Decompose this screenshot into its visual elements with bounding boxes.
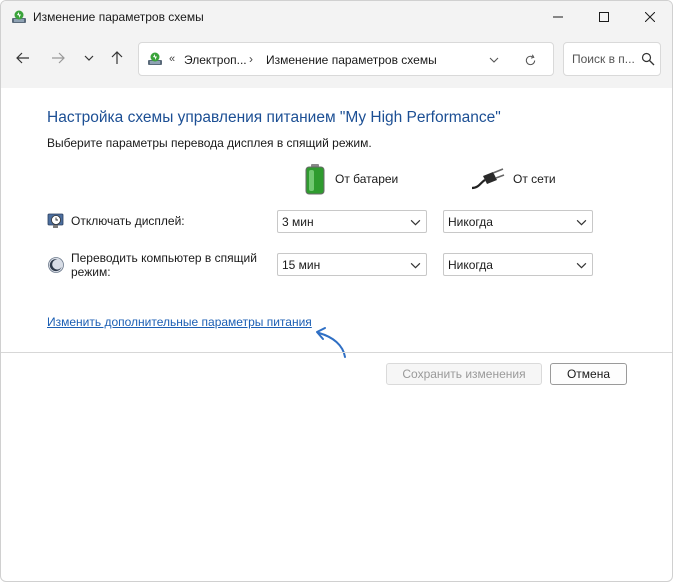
arrow-left-icon [16, 52, 29, 64]
recent-locations-button[interactable] [76, 44, 102, 72]
minimize-icon [553, 16, 563, 17]
power-plug-icon [471, 168, 505, 190]
sleep-battery-select[interactable]: 15 мин [277, 253, 427, 276]
annotation-arrow-icon [316, 327, 346, 358]
sleep-ac-value: Никогда [448, 258, 493, 272]
page-title: Настройка схемы управления питанием "My … [47, 109, 501, 126]
title-bar: Изменение параметров схемы [1, 1, 672, 32]
display-ac-select[interactable]: Никогда [443, 210, 593, 233]
footer-divider [1, 352, 672, 353]
navigation-bar: « Электроп... › Изменение параметров схе… [1, 32, 672, 88]
turn-off-display-label: Отключать дисплей: [71, 214, 185, 228]
display-ac-value: Никогда [448, 215, 493, 229]
back-button[interactable] [10, 44, 36, 72]
display-battery-select[interactable]: 3 мин [277, 210, 427, 233]
breadcrumb-separator[interactable]: › [249, 52, 253, 66]
cancel-button[interactable]: Отмена [550, 363, 627, 385]
address-dropdown-button[interactable] [485, 51, 503, 69]
chevron-down-icon [84, 55, 94, 61]
sleep-ac-select[interactable]: Никогда [443, 253, 593, 276]
column-battery-label: От батареи [335, 172, 399, 186]
page-subtitle: Выберите параметры перевода дисплея в сп… [47, 136, 372, 150]
minimize-button[interactable] [535, 1, 581, 32]
power-options-icon [148, 52, 162, 65]
forward-button[interactable] [45, 44, 71, 72]
power-plan-window: Изменение параметров схемы « Электроп...… [0, 0, 673, 582]
breadcrumb-power-options[interactable]: Электроп... [184, 53, 247, 67]
search-input[interactable] [572, 52, 638, 66]
sleep-battery-value: 15 мин [282, 258, 321, 272]
search-box[interactable] [563, 42, 661, 76]
window-title: Изменение параметров схемы [33, 10, 204, 24]
address-bar[interactable]: « Электроп... › Изменение параметров схе… [138, 42, 554, 76]
sleep-label-line2: режим: [71, 265, 111, 279]
column-ac: От сети [471, 163, 556, 195]
arrow-right-icon [52, 52, 65, 64]
arrow-up-icon [111, 51, 123, 64]
refresh-button[interactable] [521, 51, 539, 69]
chevron-down-icon [410, 262, 421, 269]
up-button[interactable] [104, 44, 130, 72]
column-ac-label: От сети [513, 172, 556, 186]
refresh-icon [525, 54, 535, 65]
chevron-down-icon [576, 219, 587, 226]
chevron-down-icon [410, 219, 421, 226]
breadcrumb-overflow[interactable]: « [169, 53, 175, 65]
breadcrumb-edit-plan[interactable]: Изменение параметров схемы [266, 53, 437, 67]
display-battery-value: 3 мин [282, 215, 314, 229]
sleep-label-line1: Переводить компьютер в спящий [71, 251, 257, 265]
close-icon [645, 11, 655, 22]
sleep-moon-icon [48, 257, 64, 273]
chevron-down-icon [576, 262, 587, 269]
close-button[interactable] [627, 1, 672, 32]
column-battery: От батареи [303, 163, 398, 195]
power-options-icon [12, 10, 26, 23]
maximize-icon [599, 11, 609, 22]
display-timer-icon [47, 213, 64, 228]
search-icon[interactable] [641, 52, 655, 66]
maximize-button[interactable] [581, 1, 627, 32]
chevron-down-icon [489, 57, 499, 63]
battery-icon [305, 164, 325, 195]
save-changes-button[interactable]: Сохранить изменения [386, 363, 542, 385]
advanced-power-settings-link[interactable]: Изменить дополнительные параметры питани… [47, 315, 312, 329]
